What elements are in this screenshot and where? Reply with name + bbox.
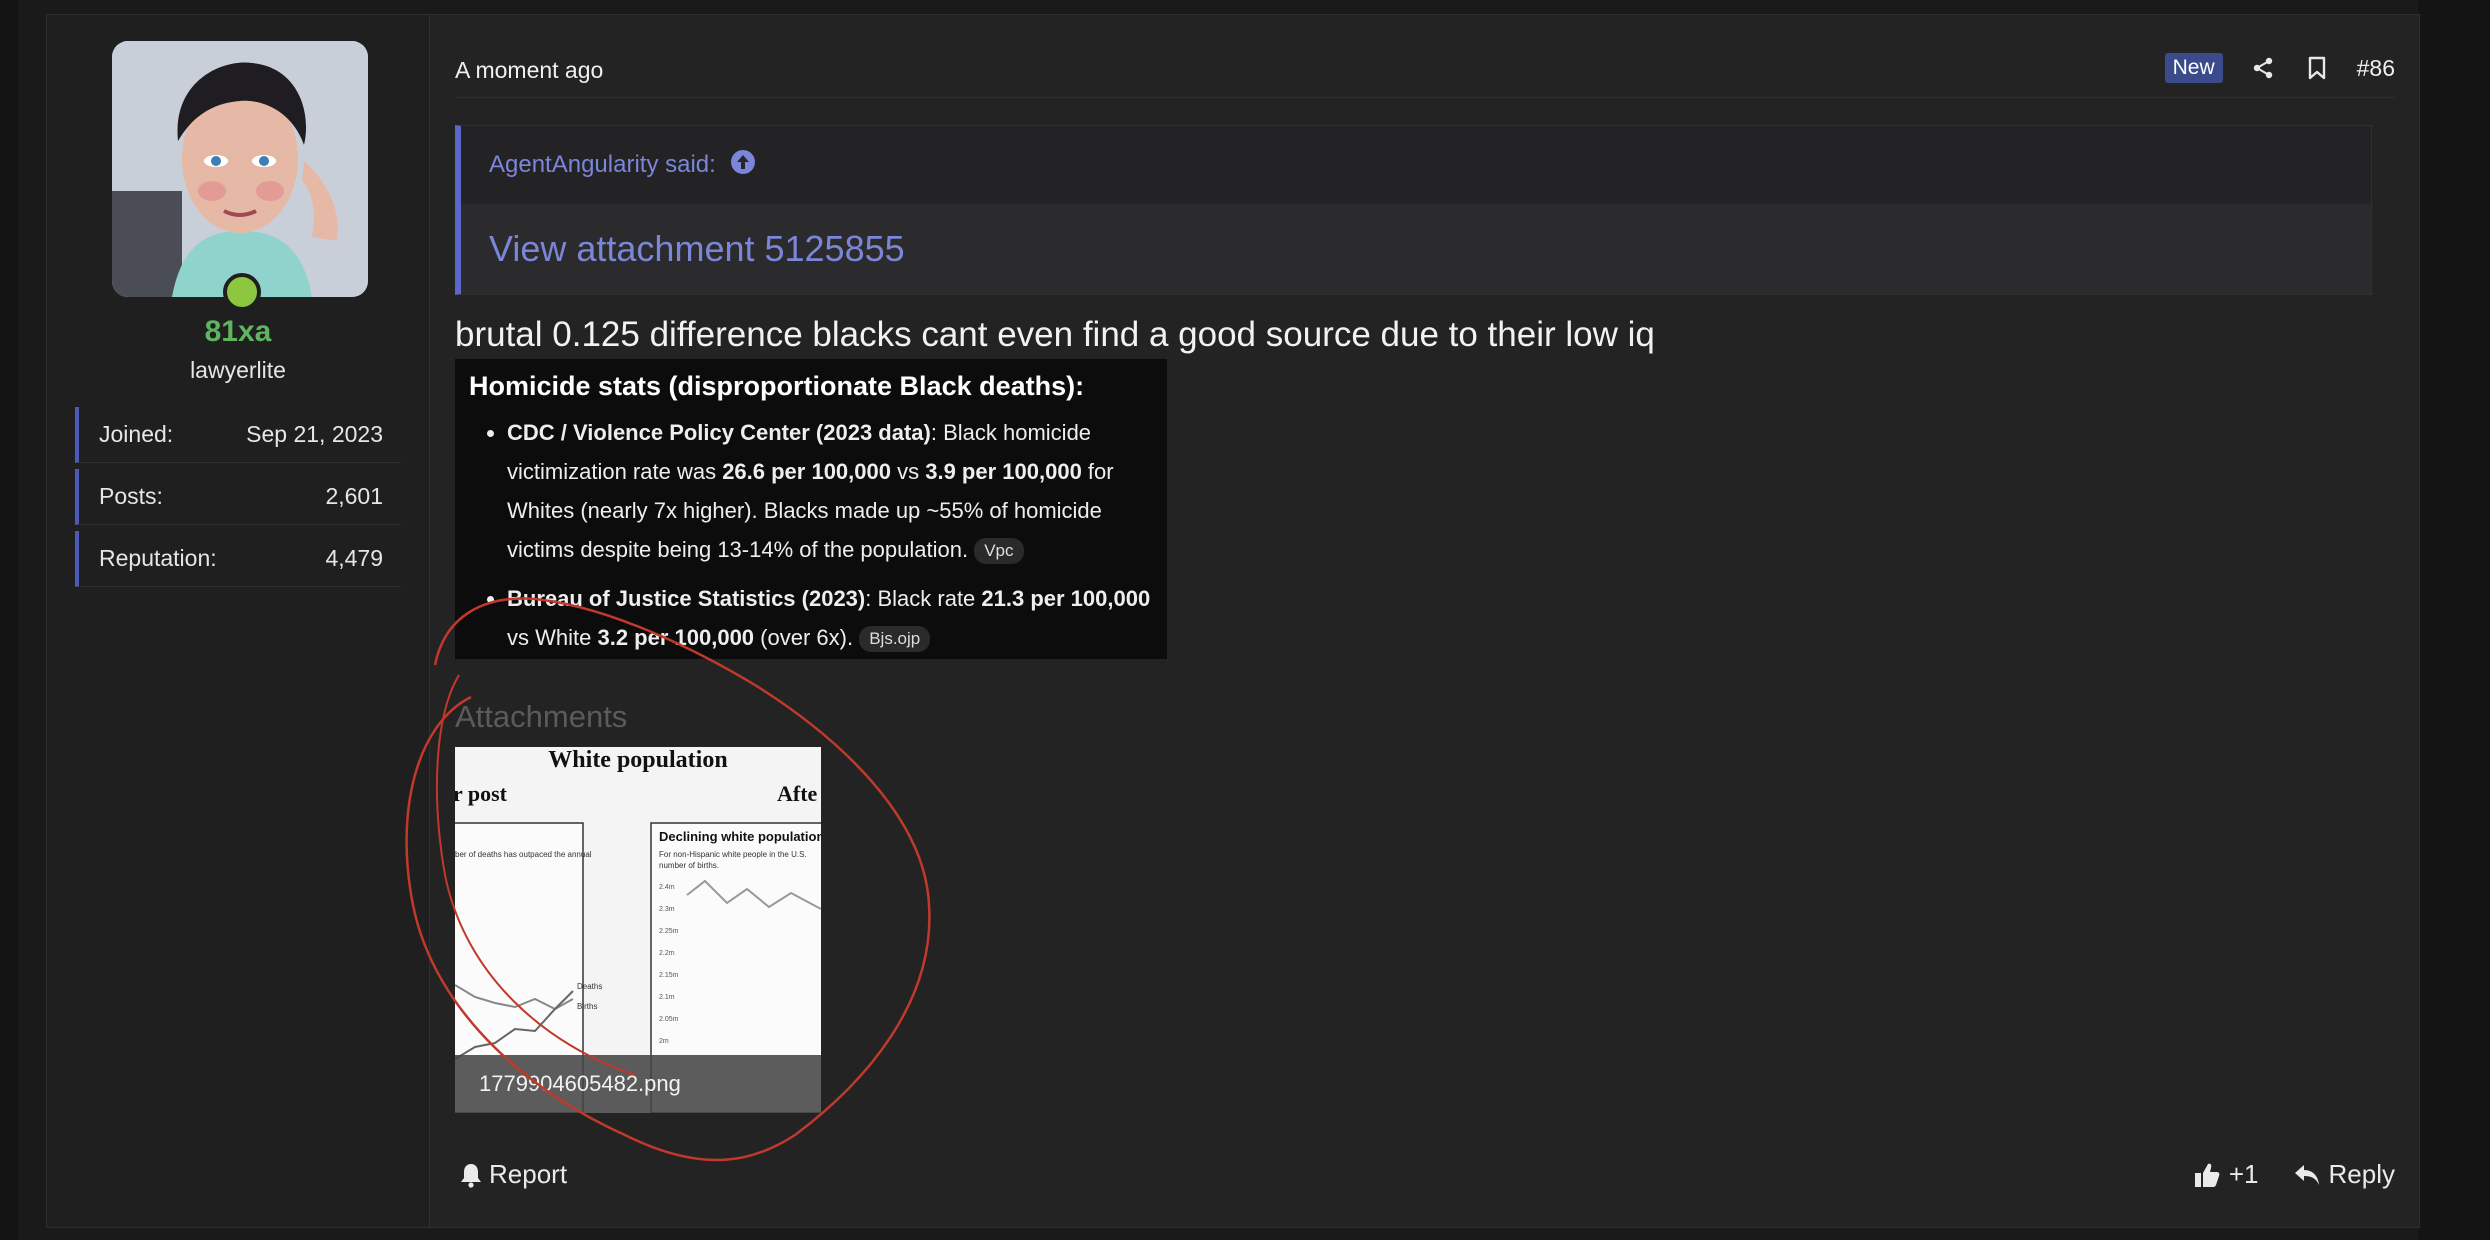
thumb-tick-label: 2.4m <box>659 884 675 891</box>
stat-label: Reputation: <box>99 545 217 571</box>
embedded-screenshot: Homicide stats (disproportionate Black d… <box>455 359 1167 659</box>
attachments-heading: Attachments <box>455 699 628 734</box>
embed-value: 3.2 per 100,000 <box>597 625 755 650</box>
quote-header[interactable]: AgentAngularity said: <box>461 126 2371 204</box>
user-info-panel: 81xa lawyerlite Joined: Sep 21, 2023 Pos… <box>47 15 430 1227</box>
post-header: A moment ago New #86 <box>455 41 2395 98</box>
like-count: +1 <box>2228 1159 2259 1189</box>
stat-posts: Posts: 2,601 <box>75 469 401 525</box>
post-message-text: brutal 0.125 difference blacks cant even… <box>455 315 1655 354</box>
thumb-right-heading: Afte <box>777 781 818 806</box>
post-number-link[interactable]: #86 <box>2357 55 2395 82</box>
embed-value: 21.3 per 100,000 <box>981 586 1151 611</box>
user-title: lawyerlite <box>190 357 286 383</box>
reply-button[interactable]: Reply <box>2293 1159 2395 1190</box>
bell-icon <box>461 1163 481 1188</box>
thumb-tick-label: 2m <box>659 1038 669 1045</box>
thumb-tick-label: 2.2m <box>659 950 675 957</box>
share-icon[interactable] <box>2249 54 2277 82</box>
thumbs-up-icon <box>2194 1163 2220 1187</box>
new-badge: New <box>2164 53 2223 83</box>
list-item: Bureau of Justice Statistics (2023): Bla… <box>507 579 1157 657</box>
embed-text: vs <box>891 459 926 484</box>
avatar[interactable] <box>112 41 368 297</box>
embed-text: : Black rate <box>865 586 982 611</box>
embed-heading: Homicide stats (disproportionate Black d… <box>469 371 1085 401</box>
report-button[interactable]: Report <box>459 1159 567 1190</box>
report-label: Report <box>489 1159 568 1189</box>
embed-source-name: Bureau of Justice Statistics (2023) <box>507 586 866 611</box>
post-actions: +1 Reply <box>2193 1159 2395 1190</box>
quote-author[interactable]: AgentAngularity said: <box>489 151 716 179</box>
thumb-tick-label: 2.05m <box>659 1016 679 1023</box>
quote-block: AgentAngularity said: View attachment 51… <box>455 125 2372 295</box>
source-pill: Bjs.ojp <box>859 626 931 653</box>
thumb-title: White population <box>548 747 727 773</box>
reply-label: Reply <box>2328 1159 2395 1189</box>
stat-label: Joined: <box>99 421 174 447</box>
page-gutter-left <box>0 0 18 1240</box>
list-item: CDC / Violence Policy Center (2023 data)… <box>507 413 1157 569</box>
thumb-series-births: Births <box>577 1002 597 1011</box>
thumb-tick-label: 2.3m <box>659 906 675 913</box>
post-timestamp[interactable]: A moment ago <box>455 57 603 84</box>
post-header-actions: New #86 <box>2164 53 2395 83</box>
embed-value: 3.9 per 100,000 <box>925 459 1082 484</box>
stat-reputation: Reputation: 4,479 <box>75 531 401 587</box>
username[interactable]: 81xa <box>47 315 429 349</box>
online-status-indicator <box>223 273 261 311</box>
like-button[interactable]: +1 <box>2193 1159 2259 1190</box>
thumb-tick-label: 2.25m <box>659 928 679 935</box>
stat-value: 4,479 <box>325 545 383 571</box>
embed-text: (over 6x). <box>754 625 854 650</box>
thumb-right-caption-2: number of births. <box>659 861 719 870</box>
attachment-filename: 1779904605482.png <box>455 1055 821 1113</box>
page-gutter-right <box>2418 0 2490 1240</box>
embed-text: vs White <box>507 625 598 650</box>
embed-value: 26.6 per 100,000 <box>722 459 891 484</box>
embed-list: CDC / Violence Policy Center (2023 data)… <box>469 413 1157 659</box>
thumb-left-heading: r post <box>455 781 508 806</box>
bookmark-icon[interactable] <box>2303 54 2331 82</box>
stat-joined: Joined: Sep 21, 2023 <box>75 407 401 463</box>
attachment-thumbnail[interactable]: White population r post Afte ber of deat… <box>455 747 821 1113</box>
thumb-right-caption: For non-Hispanic white people in the U.S… <box>659 850 807 859</box>
reply-arrow-icon <box>2294 1164 2319 1185</box>
thumb-left-caption: ber of deaths has outpaced the annual <box>455 850 592 859</box>
thumb-right-title: Declining white population <box>659 829 821 844</box>
embed-source-name: CDC / Violence Policy Center (2023 data) <box>507 420 931 445</box>
thumb-tick-label: 2.1m <box>659 994 675 1001</box>
source-pill: Vpc <box>974 538 1024 565</box>
stat-value: Sep 21, 2023 <box>246 421 383 447</box>
view-attachment-link[interactable]: View attachment 5125855 <box>489 228 905 270</box>
thumb-tick-label: 2.15m <box>659 972 679 979</box>
stat-value: 2,601 <box>325 483 383 509</box>
thumb-series-deaths: Deaths <box>577 982 602 991</box>
jump-to-quote-icon[interactable] <box>730 149 756 182</box>
stat-label: Posts: <box>99 483 163 509</box>
forum-post: 81xa lawyerlite Joined: Sep 21, 2023 Pos… <box>46 14 2420 1228</box>
quote-body: View attachment 5125855 <box>461 204 2371 294</box>
